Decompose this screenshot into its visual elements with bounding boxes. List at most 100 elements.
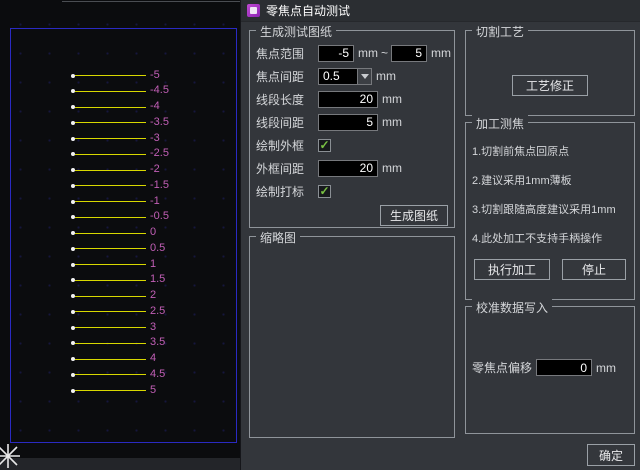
screen: -5-4.5-4-3.5-3-2.5-2-1.5-1-0.500.511.522… bbox=[0, 0, 640, 470]
test-line bbox=[75, 374, 146, 375]
row-draw-frame: 绘制外框 ✓ bbox=[256, 136, 448, 154]
row-draw-mark: 绘制打标 ✓ bbox=[256, 182, 448, 200]
test-line bbox=[75, 75, 146, 76]
focus-value-label: -4.5 bbox=[150, 84, 169, 97]
group-title: 加工测焦 bbox=[472, 115, 528, 132]
focus-range-min-input[interactable] bbox=[318, 45, 354, 62]
line-start-dot bbox=[71, 121, 75, 125]
focus-value-label: 2 bbox=[150, 289, 156, 302]
zero-focus-offset-input[interactable] bbox=[536, 359, 592, 376]
dialog-icon bbox=[247, 4, 260, 17]
draw-frame-checkbox[interactable]: ✓ bbox=[318, 139, 331, 152]
test-line bbox=[75, 311, 146, 312]
line-start-dot bbox=[71, 200, 75, 204]
focus-range-label: 焦点范围 bbox=[256, 45, 318, 62]
focus-buttons: 执行加工 停止 bbox=[472, 259, 628, 280]
line-start-dot bbox=[71, 231, 75, 235]
segment-length-input[interactable] bbox=[318, 91, 378, 108]
unit-mm: mm bbox=[382, 115, 402, 129]
execute-machining-button[interactable]: 执行加工 bbox=[474, 259, 550, 280]
dialog-titlebar[interactable]: 零焦点自动测试 bbox=[241, 0, 640, 22]
line-start-dot bbox=[71, 357, 75, 361]
focus-value-label: 5 bbox=[150, 384, 156, 397]
chevron-down-icon[interactable] bbox=[357, 69, 371, 84]
line-start-dot bbox=[71, 137, 75, 141]
test-line bbox=[75, 248, 146, 249]
focus-range-max-input[interactable] bbox=[391, 45, 427, 62]
test-line bbox=[75, 201, 146, 202]
focus-value-label: -4 bbox=[150, 100, 160, 113]
test-line bbox=[75, 185, 146, 186]
focus-value-label: -3.5 bbox=[150, 116, 169, 129]
group-title: 校准数据写入 bbox=[472, 299, 552, 316]
test-line bbox=[75, 154, 146, 155]
test-line bbox=[75, 91, 146, 92]
focus-value-label: 2.5 bbox=[150, 305, 165, 318]
test-line bbox=[75, 343, 146, 344]
segment-length-label: 线段长度 bbox=[256, 91, 318, 108]
unit-mm: mm bbox=[376, 69, 396, 83]
line-start-dot bbox=[71, 168, 75, 172]
line-start-dot bbox=[71, 373, 75, 377]
ok-button[interactable]: 确定 bbox=[587, 444, 635, 466]
test-line bbox=[75, 170, 146, 171]
focus-step-dropdown[interactable]: 0.5 bbox=[318, 68, 372, 85]
group-title: 生成测试图纸 bbox=[256, 23, 336, 40]
unit-mm: mm bbox=[358, 46, 378, 60]
row-focus-step: 焦点间距 0.5 mm bbox=[256, 67, 448, 85]
draw-mark-checkbox[interactable]: ✓ bbox=[318, 185, 331, 198]
row-frame-gap: 外框间距 mm bbox=[256, 159, 448, 177]
group-cutting-process: 切割工艺 工艺修正 bbox=[465, 30, 635, 116]
focus-value-label: -2.5 bbox=[150, 147, 169, 160]
focus-note-4: 4.此处加工不支持手柄操作 bbox=[472, 230, 628, 243]
frame-gap-input[interactable] bbox=[318, 160, 378, 177]
test-line bbox=[75, 233, 146, 234]
row-zero-focus-offset: 零焦点偏移 mm bbox=[472, 359, 628, 376]
canvas-bottom-strip bbox=[0, 458, 240, 470]
focus-value-label: 4 bbox=[150, 352, 156, 365]
test-line bbox=[75, 296, 146, 297]
focus-note-2: 2.建议采用1mm薄板 bbox=[472, 172, 628, 185]
test-line bbox=[75, 390, 146, 391]
focus-value-label: 3.5 bbox=[150, 336, 165, 349]
line-start-dot bbox=[71, 263, 75, 267]
line-start-dot bbox=[71, 74, 75, 78]
focus-notes: 1.切割前焦点回原点 2.建议采用1mm薄板 3.切割跟随高度建议采用1mm 4… bbox=[472, 143, 628, 243]
row-segment-gap: 线段间距 mm bbox=[256, 113, 448, 131]
focus-step-label: 焦点间距 bbox=[256, 68, 318, 85]
line-start-dot bbox=[71, 310, 75, 314]
draw-mark-label: 绘制打标 bbox=[256, 183, 318, 200]
focus-step-value: 0.5 bbox=[319, 69, 357, 84]
unit-mm: mm bbox=[431, 46, 451, 60]
group-calibration-write: 校准数据写入 零焦点偏移 mm bbox=[465, 306, 635, 434]
test-line bbox=[75, 107, 146, 108]
focus-value-label: -1.5 bbox=[150, 179, 169, 192]
canvas-top-line bbox=[62, 1, 240, 2]
unit-mm: mm bbox=[596, 361, 616, 375]
stop-button[interactable]: 停止 bbox=[562, 259, 626, 280]
test-line bbox=[75, 280, 146, 281]
focus-value-label: 0.5 bbox=[150, 242, 165, 255]
group-focus-test: 加工测焦 1.切割前焦点回原点 2.建议采用1mm薄板 3.切割跟随高度建议采用… bbox=[465, 122, 635, 300]
segment-gap-input[interactable] bbox=[318, 114, 378, 131]
process-correction-button[interactable]: 工艺修正 bbox=[512, 75, 588, 96]
focus-value-label: 1.5 bbox=[150, 273, 165, 286]
generate-drawing-button[interactable]: 生成图纸 bbox=[380, 205, 448, 226]
test-line bbox=[75, 138, 146, 139]
row-generate-button: 生成图纸 bbox=[256, 205, 448, 223]
segment-gap-label: 线段间距 bbox=[256, 114, 318, 131]
test-line bbox=[75, 327, 146, 328]
focus-value-label: -3 bbox=[150, 132, 160, 145]
focus-value-label: 1 bbox=[150, 258, 156, 271]
focus-value-label: -1 bbox=[150, 195, 160, 208]
test-line bbox=[75, 217, 146, 218]
zero-focus-offset-label: 零焦点偏移 bbox=[472, 359, 536, 376]
line-start-dot bbox=[71, 105, 75, 109]
group-generate-test-drawing: 生成测试图纸 焦点范围 mm ~ mm 焦点间距 0.5 mm 线段长度 bbox=[249, 30, 455, 228]
focus-value-label: -5 bbox=[150, 69, 160, 82]
focus-note-1: 1.切割前焦点回原点 bbox=[472, 143, 628, 156]
snap-cursor-icon bbox=[0, 442, 22, 470]
group-title: 缩略图 bbox=[256, 229, 300, 246]
line-start-dot bbox=[71, 389, 75, 393]
dialog-title: 零焦点自动测试 bbox=[266, 2, 350, 19]
